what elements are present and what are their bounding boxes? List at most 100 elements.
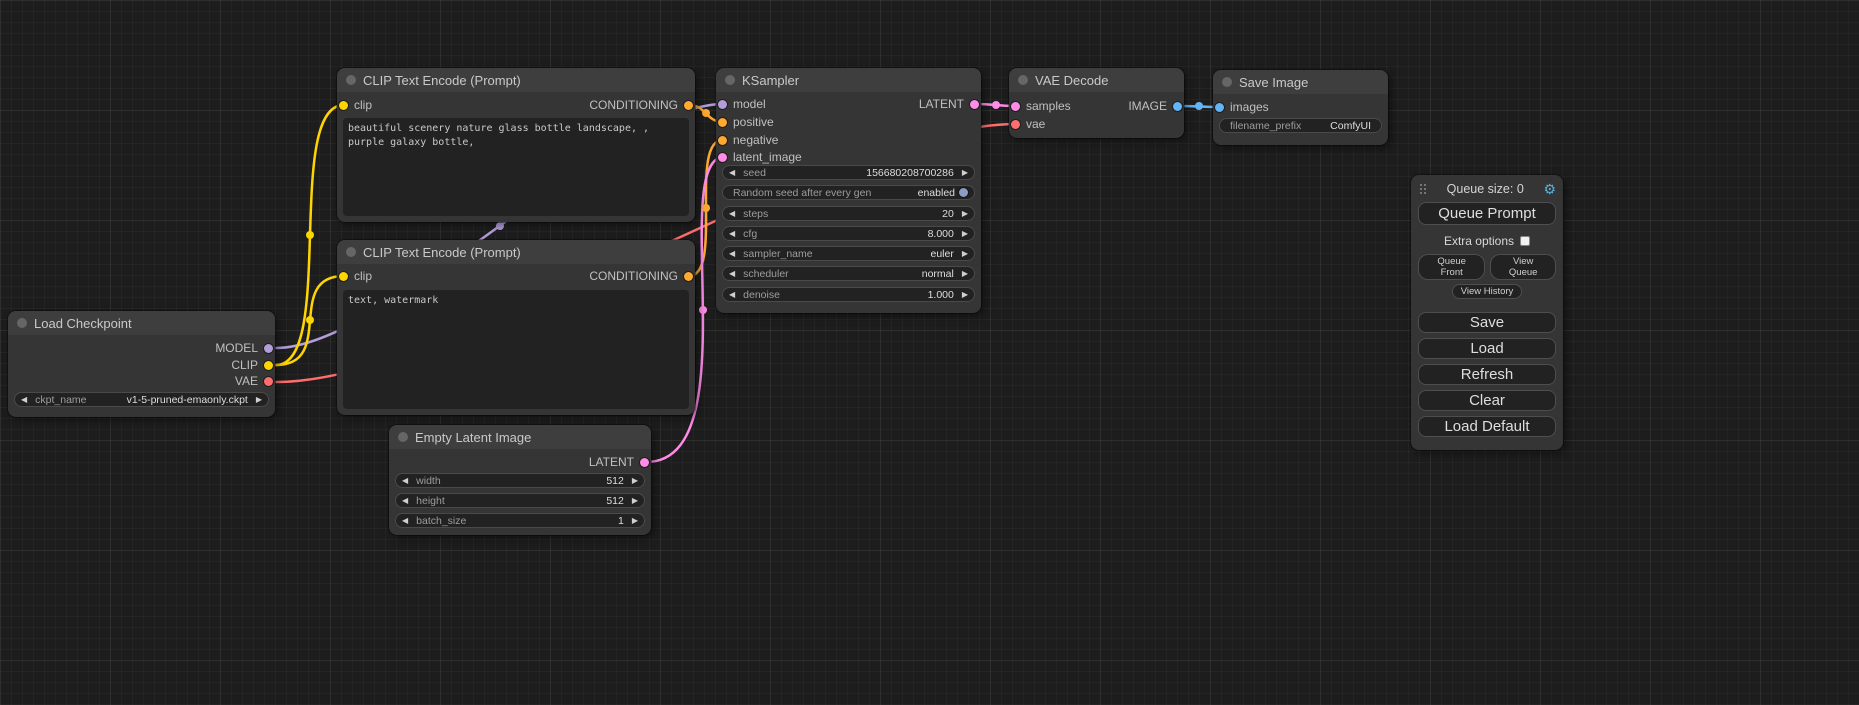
slot-dot[interactable] <box>1011 120 1020 129</box>
slot-dot[interactable] <box>684 272 693 281</box>
slot-dot[interactable] <box>264 377 273 386</box>
widget-value: enabled <box>918 187 955 199</box>
slot-dot[interactable] <box>1173 102 1182 111</box>
slot-dot[interactable] <box>970 100 979 109</box>
slot-dot[interactable] <box>339 272 348 281</box>
increment-arrow-icon[interactable]: ▶ <box>962 250 968 258</box>
widget-name: ckpt_name <box>35 394 86 406</box>
node-vae-decode[interactable]: VAE Decode samples vae IMAGE <box>1009 68 1184 138</box>
scheduler-widget[interactable]: ◀ scheduler normal ▶ <box>722 266 975 281</box>
settings-gear-icon[interactable]: ⚙ <box>1543 182 1556 196</box>
node-ksampler[interactable]: KSampler model positive negative latent_… <box>716 68 981 313</box>
decrement-arrow-icon[interactable]: ◀ <box>402 477 408 485</box>
decrement-arrow-icon[interactable]: ◀ <box>402 497 408 505</box>
slot-dot[interactable] <box>718 100 727 109</box>
height-widget[interactable]: ◀ height 512 ▶ <box>395 493 645 508</box>
node-empty-latent-image[interactable]: Empty Latent Image LATENT ◀ width 512 ▶ … <box>389 425 651 535</box>
batch-size-widget[interactable]: ◀ batch_size 1 ▶ <box>395 513 645 528</box>
link-midpoint-dot <box>702 109 710 117</box>
view-queue-button[interactable]: View Queue <box>1490 254 1556 280</box>
widget-name: scheduler <box>743 268 789 280</box>
link-midpoint-dot <box>1195 102 1203 110</box>
queue-size-label: Queue size: 0 <box>1427 182 1543 196</box>
increment-arrow-icon[interactable]: ▶ <box>962 210 968 218</box>
increment-arrow-icon[interactable]: ▶ <box>962 230 968 238</box>
increment-arrow-icon[interactable]: ▶ <box>962 169 968 177</box>
node-title: Empty Latent Image <box>415 430 531 445</box>
slot-dot[interactable] <box>684 101 693 110</box>
decrement-arrow-icon[interactable]: ◀ <box>729 270 735 278</box>
drag-handle-icon[interactable] <box>1420 184 1427 195</box>
slot-dot[interactable] <box>718 153 727 162</box>
widget-name: Random seed after every gen <box>733 187 871 199</box>
increment-arrow-icon[interactable]: ▶ <box>632 517 638 525</box>
node-title-bar: CLIP Text Encode (Prompt) <box>337 240 695 264</box>
width-widget[interactable]: ◀ width 512 ▶ <box>395 473 645 488</box>
queue-front-button[interactable]: Queue Front <box>1418 254 1485 280</box>
widget-value: 512 <box>606 475 624 487</box>
denoise-widget[interactable]: ◀ denoise 1.000 ▶ <box>722 287 975 302</box>
queue-prompt-button[interactable]: Queue Prompt <box>1418 202 1556 225</box>
increment-arrow-icon[interactable]: ▶ <box>962 270 968 278</box>
node-status-dot <box>398 432 408 442</box>
widget-value: 8.000 <box>928 228 954 240</box>
steps-widget[interactable]: ◀ steps 20 ▶ <box>722 206 975 221</box>
slot-dot[interactable] <box>718 136 727 145</box>
slot-dot[interactable] <box>264 344 273 353</box>
slot-dot[interactable] <box>1215 103 1224 112</box>
slot-label: IMAGE <box>1128 99 1167 113</box>
random-seed-toggle-widget[interactable]: Random seed after every gen enabled <box>722 185 975 200</box>
ckpt-name-widget[interactable]: ◀ ckpt_name v1-5-pruned-emaonly.ckpt ▶ <box>14 392 269 407</box>
node-status-dot <box>17 318 27 328</box>
negative-prompt-textarea[interactable]: text, watermark <box>343 290 689 409</box>
positive-prompt-textarea[interactable]: beautiful scenery nature glass bottle la… <box>343 118 689 216</box>
slot-dot[interactable] <box>1011 102 1020 111</box>
node-status-dot <box>346 247 356 257</box>
node-title-bar: Save Image <box>1213 70 1388 94</box>
decrement-arrow-icon[interactable]: ◀ <box>729 210 735 218</box>
save-button[interactable]: Save <box>1418 312 1556 333</box>
node-title: KSampler <box>742 73 799 88</box>
decrement-arrow-icon[interactable]: ◀ <box>729 230 735 238</box>
node-status-dot <box>725 75 735 85</box>
slot-dot[interactable] <box>264 361 273 370</box>
output-slot-conditioning: CONDITIONING <box>589 269 693 283</box>
node-clip-text-encode-negative[interactable]: CLIP Text Encode (Prompt) clip CONDITION… <box>337 240 695 415</box>
widget-value: ComfyUI <box>1330 120 1371 132</box>
seed-widget[interactable]: ◀ seed 156680208700286 ▶ <box>722 165 975 180</box>
node-clip-text-encode-positive[interactable]: CLIP Text Encode (Prompt) clip CONDITION… <box>337 68 695 222</box>
clear-button[interactable]: Clear <box>1418 390 1556 411</box>
widget-value: normal <box>922 268 954 280</box>
decrement-arrow-icon[interactable]: ◀ <box>402 517 408 525</box>
increment-arrow-icon[interactable]: ▶ <box>256 396 262 404</box>
increment-arrow-icon[interactable]: ▶ <box>632 477 638 485</box>
sampler-name-widget[interactable]: ◀ sampler_name euler ▶ <box>722 246 975 261</box>
decrement-arrow-icon[interactable]: ◀ <box>729 169 735 177</box>
input-slot-clip: clip <box>339 98 372 112</box>
load-button[interactable]: Load <box>1418 338 1556 359</box>
slot-dot[interactable] <box>640 458 649 467</box>
node-title-bar: CLIP Text Encode (Prompt) <box>337 68 695 92</box>
node-graph-canvas[interactable]: Load Checkpoint MODEL CLIP VAE ◀ ckpt_na… <box>0 0 1859 705</box>
toggle-knob[interactable] <box>959 188 968 197</box>
slot-dot[interactable] <box>718 118 727 127</box>
extra-options-checkbox[interactable] <box>1520 236 1530 246</box>
node-save-image[interactable]: Save Image images filename_prefix ComfyU… <box>1213 70 1388 145</box>
cfg-widget[interactable]: ◀ cfg 8.000 ▶ <box>722 226 975 241</box>
load-default-button[interactable]: Load Default <box>1418 416 1556 437</box>
widget-name: width <box>416 475 441 487</box>
filename-prefix-widget[interactable]: filename_prefix ComfyUI <box>1219 118 1382 133</box>
node-load-checkpoint[interactable]: Load Checkpoint MODEL CLIP VAE ◀ ckpt_na… <box>8 311 275 417</box>
link-midpoint-dot <box>496 222 504 230</box>
decrement-arrow-icon[interactable]: ◀ <box>729 291 735 299</box>
input-slot-negative: negative <box>718 133 778 147</box>
slot-dot[interactable] <box>339 101 348 110</box>
view-history-button[interactable]: View History <box>1452 284 1523 299</box>
refresh-button[interactable]: Refresh <box>1418 364 1556 385</box>
output-slot-model: MODEL <box>215 341 273 355</box>
increment-arrow-icon[interactable]: ▶ <box>632 497 638 505</box>
decrement-arrow-icon[interactable]: ◀ <box>21 396 27 404</box>
node-title-bar: VAE Decode <box>1009 68 1184 92</box>
increment-arrow-icon[interactable]: ▶ <box>962 291 968 299</box>
decrement-arrow-icon[interactable]: ◀ <box>729 250 735 258</box>
